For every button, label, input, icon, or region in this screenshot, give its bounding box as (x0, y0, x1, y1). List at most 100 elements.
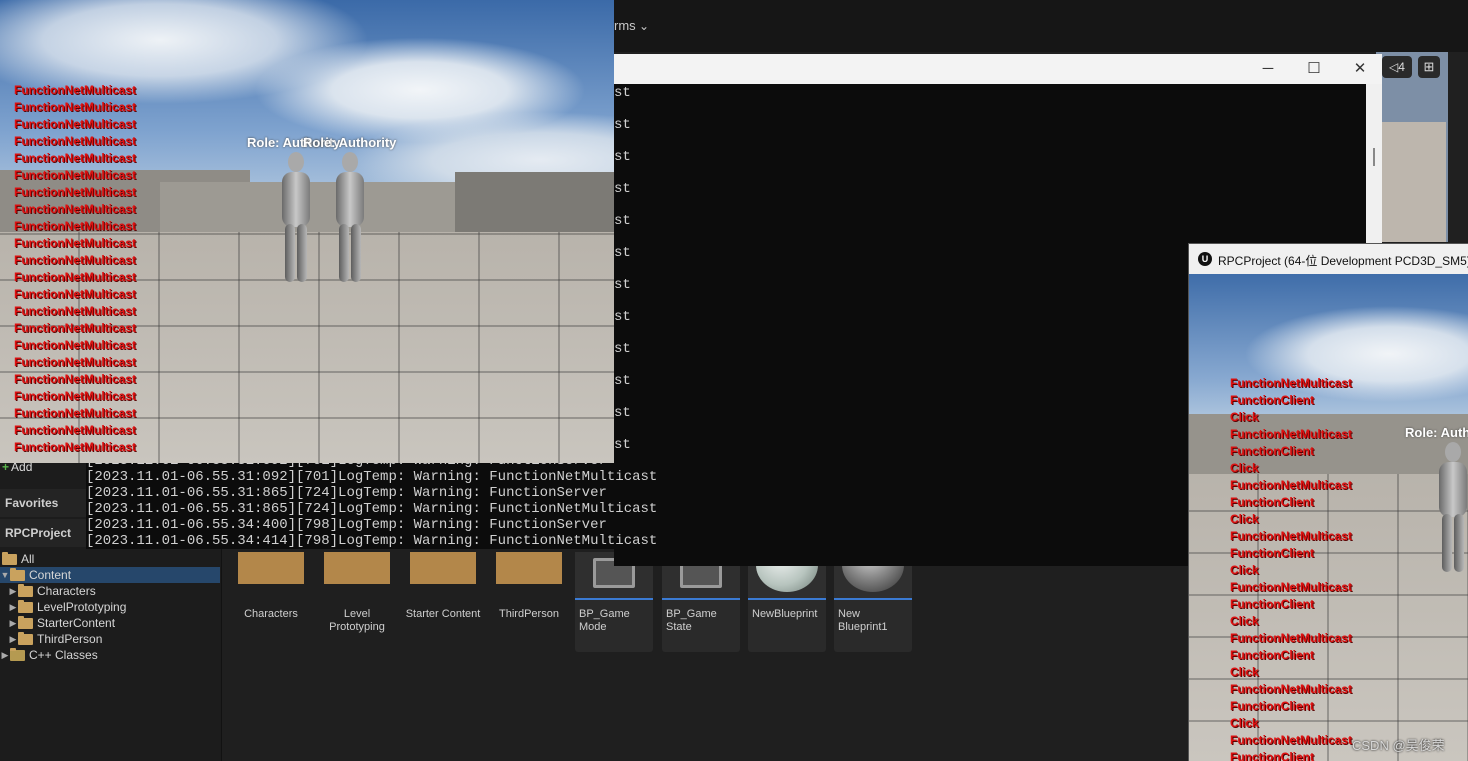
cpp-folder-icon (10, 647, 25, 661)
client-game-view[interactable]: Role: Auth FunctionNetMulticast FunctionC… (1189, 274, 1468, 761)
chevron-right-icon[interactable]: ▶ (8, 634, 18, 645)
console-line-fragment: st (614, 373, 631, 389)
debug-message: FunctionNetMulticast (1230, 733, 1352, 747)
debug-message: FunctionNetMulticast (14, 270, 136, 284)
debug-message: FunctionNetMulticast (14, 117, 136, 131)
debug-message: FunctionNetMulticast (14, 219, 136, 233)
debug-message: FunctionNetMulticast (14, 151, 136, 165)
maximize-icon[interactable]: ☐ (1302, 58, 1326, 80)
debug-message: Click (1230, 410, 1259, 424)
debug-message: FunctionNetMulticast (14, 236, 136, 250)
debug-message: Click (1230, 716, 1259, 730)
console-log-line: [2023.11.01-06.55.34:400][798]LogTemp: W… (86, 517, 607, 533)
folder-icon (18, 631, 33, 645)
chevron-right-icon[interactable]: ▶ (8, 602, 18, 613)
client-titlebar[interactable]: U RPCProject (64-位 Development PCD3D_SM5… (1189, 244, 1468, 274)
client-game-window[interactable]: U RPCProject (64-位 Development PCD3D_SM5… (1188, 243, 1468, 761)
scrollbar-thumb[interactable] (1373, 148, 1375, 166)
folder-icon (18, 583, 33, 597)
folder-icon (2, 551, 17, 565)
tree-item-thirdperson[interactable]: ▶ ThirdPerson (0, 631, 220, 647)
debug-message: Click (1230, 461, 1259, 475)
debug-message: FunctionNetMulticast (1230, 682, 1352, 696)
unreal-logo-icon: U (1198, 252, 1212, 266)
chevron-right-icon[interactable]: ▶ (0, 650, 10, 661)
asset-new-blueprint[interactable]: NewBlueprint (748, 552, 826, 652)
debug-message: FunctionNetMulticast (14, 321, 136, 335)
console-line-fragment: st (614, 245, 631, 261)
close-icon[interactable]: ✕ (1348, 58, 1372, 80)
debug-message: FunctionClient (1230, 495, 1314, 509)
console-line-fragment: st (614, 149, 631, 165)
debug-message: Click (1230, 614, 1259, 628)
viewport-layout-icon[interactable]: ⊞ (1418, 56, 1440, 78)
asset-new-blueprint1[interactable]: New Blueprint1 (834, 552, 912, 652)
role-label: Role: Authority (303, 135, 397, 150)
debug-message: FunctionClient (1230, 393, 1314, 407)
tree-item-characters[interactable]: ▶ Characters (0, 583, 220, 599)
debug-message-list: FunctionNetMulticast FunctionNetMulticast… (14, 82, 136, 456)
asset-grid: Characters Level Prototyping Starter Con… (224, 552, 1188, 761)
minimize-icon[interactable]: ─ (1256, 58, 1280, 80)
asset-folder-thirdperson[interactable]: ThirdPerson (490, 552, 568, 652)
player-character (330, 152, 370, 282)
chevron-down-icon[interactable]: ▼ (0, 570, 10, 580)
asset-bp-game-state[interactable]: BP_Game State (662, 552, 740, 652)
tree-item-cpp-classes[interactable]: ▶ C++ Classes (0, 647, 220, 663)
debug-message: Click (1230, 665, 1259, 679)
console-line-fragment: st (614, 405, 631, 421)
console-line-fragment: st (614, 213, 631, 229)
debug-message: FunctionNetMulticast (14, 100, 136, 114)
console-line-fragment: st (614, 117, 631, 133)
player-character (276, 152, 316, 282)
debug-message: FunctionClient (1230, 597, 1314, 611)
debug-message: FunctionNetMulticast (14, 287, 136, 301)
console-log-line: [2023.11.01-06.55.34:414][798]LogTemp: W… (86, 533, 658, 549)
folder-icon (410, 552, 476, 584)
tree-item-startercontent[interactable]: ▶ StarterContent (0, 615, 220, 631)
details-panel-toolbar (1448, 52, 1468, 242)
tree-item-all[interactable]: All (0, 551, 220, 567)
server-game-view[interactable]: Role: Authority Role: Authority Function… (0, 0, 614, 463)
debug-message: FunctionNetMulticast (14, 304, 136, 318)
debug-message: FunctionNetMulticast (1230, 376, 1352, 390)
debug-message: FunctionNetMulticast (14, 440, 136, 454)
debug-message: FunctionNetMulticast (1230, 580, 1352, 594)
tree-item-content[interactable]: ▼ Content (0, 567, 220, 583)
asset-folder-characters[interactable]: Characters (232, 552, 310, 652)
debug-message: Click (1230, 512, 1259, 526)
debug-message: FunctionNetMulticast (14, 253, 136, 267)
folder-icon (496, 552, 562, 584)
debug-message: FunctionClient (1230, 750, 1314, 761)
debug-message: FunctionNetMulticast (14, 338, 136, 352)
debug-message: FunctionNetMulticast (1230, 631, 1352, 645)
window-title: RPCProject (64-位 Development PCD3D_SM5) (1218, 254, 1468, 268)
console-line-fragment: st (614, 181, 631, 197)
debug-message: FunctionClient (1230, 444, 1314, 458)
chevron-right-icon[interactable]: ▶ (8, 618, 18, 629)
debug-message: FunctionNetMulticast (14, 389, 136, 403)
asset-folder-starter-content[interactable]: Starter Content (404, 552, 482, 652)
debug-message: FunctionNetMulticast (14, 168, 136, 182)
camera-speed-button[interactable]: ◁4 (1382, 56, 1412, 78)
console-line-fragment: st (614, 85, 631, 101)
folder-icon (10, 567, 25, 581)
asset-bp-game-mode[interactable]: BP_Game Mode (575, 552, 653, 652)
debug-message: FunctionNetMulticast (14, 423, 136, 437)
role-label: Role: Auth (1405, 425, 1468, 440)
folder-tree: All ▼ Content ▶ Characters ▶ LevelPrototypi… (0, 551, 220, 663)
debug-message: FunctionClient (1230, 648, 1314, 662)
watermark: CSDN @吴俊荣 (1352, 738, 1445, 753)
debug-message: FunctionNetMulticast (14, 185, 136, 199)
asset-folder-level-prototyping[interactable]: Level Prototyping (318, 552, 396, 652)
console-titlebar[interactable]: ─ ☐ ✕ (614, 54, 1382, 84)
chevron-right-icon[interactable]: ▶ (8, 586, 18, 597)
debug-message: FunctionClient (1230, 546, 1314, 560)
debug-message: FunctionNetMulticast (14, 406, 136, 420)
debug-message: FunctionNetMulticast (1230, 478, 1352, 492)
console-line-fragment: st (614, 309, 631, 325)
tree-item-levelprototyping[interactable]: ▶ LevelPrototyping (0, 599, 220, 615)
debug-message: FunctionNetMulticast (1230, 529, 1352, 543)
platforms-menu[interactable]: rms (614, 18, 649, 33)
console-log-line: [2023.11.01-06.55.31:865][724]LogTemp: W… (86, 485, 607, 501)
